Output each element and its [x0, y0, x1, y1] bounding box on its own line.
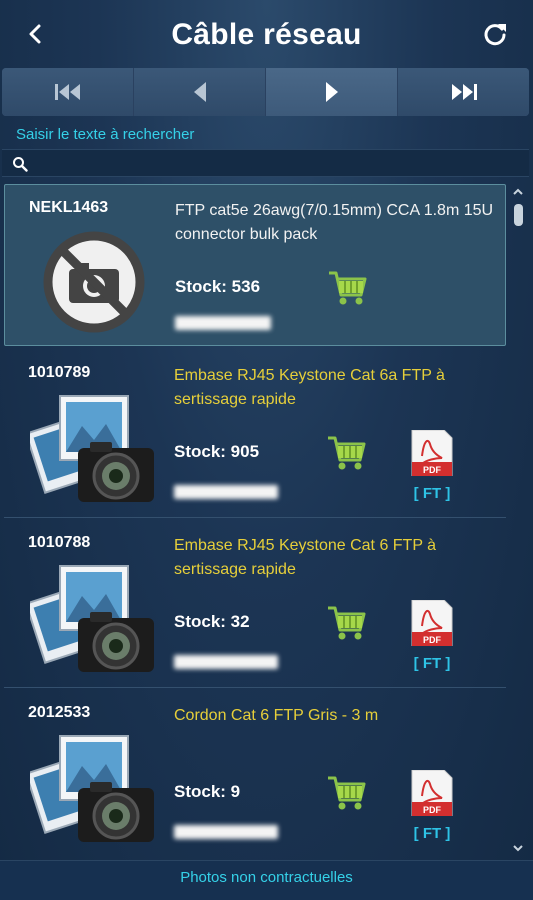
product-list: NEKL1463 FTP cat5e 26awg(7/0.15mm) CCA 1…: [0, 180, 510, 857]
first-page-button[interactable]: [2, 68, 134, 116]
previous-page-button[interactable]: [134, 68, 266, 116]
product-description: FTP cat5e 26awg(7/0.15mm) CCA 1.8m 15U c…: [175, 202, 494, 243]
page-title: Câble réseau: [171, 18, 362, 51]
cart-icon[interactable]: [326, 774, 368, 812]
cart-icon[interactable]: [327, 269, 369, 307]
next-page-icon: [325, 82, 338, 102]
price-hidden: [174, 485, 278, 499]
stock-label: Stock: 9: [174, 782, 241, 801]
stock-label: Stock: 536: [175, 277, 261, 296]
pdf-icon[interactable]: PDF: [410, 600, 454, 646]
datasheet-link[interactable]: [ FT ]: [408, 825, 456, 842]
camera-photo-icon: [30, 395, 154, 502]
search-icon: [13, 157, 28, 172]
list-scrollbar[interactable]: [509, 182, 527, 858]
product-ref: 2012533: [28, 704, 91, 721]
next-page-button[interactable]: [266, 68, 398, 116]
camera-photo-icon: [30, 735, 154, 842]
product-description: Cordon Cat 6 FTP Gris - 3 m: [174, 707, 379, 724]
no-photo-icon: [43, 231, 145, 333]
cart-icon[interactable]: [326, 434, 368, 472]
product-item[interactable]: 1010788 Embase RJ45 Keystone Cat 6 FTP à…: [4, 520, 506, 688]
search-input[interactable]: [34, 152, 514, 174]
refresh-icon: [484, 24, 506, 46]
scrollbar-thumb[interactable]: [514, 204, 523, 226]
stock-label: Stock: 905: [174, 442, 260, 461]
last-page-icon: [451, 84, 477, 100]
pdf-icon[interactable]: PDF: [410, 770, 454, 816]
svg-text:PDF: PDF: [423, 805, 442, 815]
first-page-icon: [54, 84, 80, 100]
datasheet-link[interactable]: [ FT ]: [408, 485, 456, 502]
product-item[interactable]: 1010789 Embase RJ45 Keystone Cat 6a FTP …: [4, 350, 506, 518]
product-description: Embase RJ45 Keystone Cat 6 FTP à sertiss…: [174, 537, 437, 578]
product-item[interactable]: NEKL1463 FTP cat5e 26awg(7/0.15mm) CCA 1…: [4, 184, 506, 346]
header: Câble réseau: [0, 0, 533, 68]
product-description: Embase RJ45 Keystone Cat 6a FTP à sertis…: [174, 367, 445, 408]
footer-disclaimer: Photos non contractuelles: [0, 860, 533, 900]
camera-photo-icon: [30, 565, 154, 672]
product-ref: NEKL1463: [29, 199, 109, 216]
price-hidden: [175, 316, 271, 330]
product-item[interactable]: 2012533 Cordon Cat 6 FTP Gris - 3 m Stoc…: [4, 690, 506, 857]
search-bar: [2, 149, 529, 177]
chevron-down-icon[interactable]: [512, 842, 524, 854]
price-hidden: [174, 825, 278, 839]
product-ref: 1010788: [28, 534, 91, 551]
pagination-bar: [2, 68, 529, 116]
cart-icon[interactable]: [326, 604, 368, 642]
chevron-up-icon[interactable]: [512, 186, 524, 198]
last-page-button[interactable]: [398, 68, 529, 116]
svg-text:PDF: PDF: [423, 465, 442, 475]
datasheet-link[interactable]: [ FT ]: [408, 655, 456, 672]
price-hidden: [174, 655, 278, 669]
stock-label: Stock: 32: [174, 612, 250, 631]
search-label: Saisir le texte à rechercher: [16, 126, 195, 143]
product-ref: 1010789: [28, 364, 91, 381]
previous-page-icon: [193, 82, 206, 102]
svg-text:PDF: PDF: [423, 635, 442, 645]
pdf-icon[interactable]: PDF: [410, 430, 454, 476]
refresh-button[interactable]: [481, 20, 509, 48]
